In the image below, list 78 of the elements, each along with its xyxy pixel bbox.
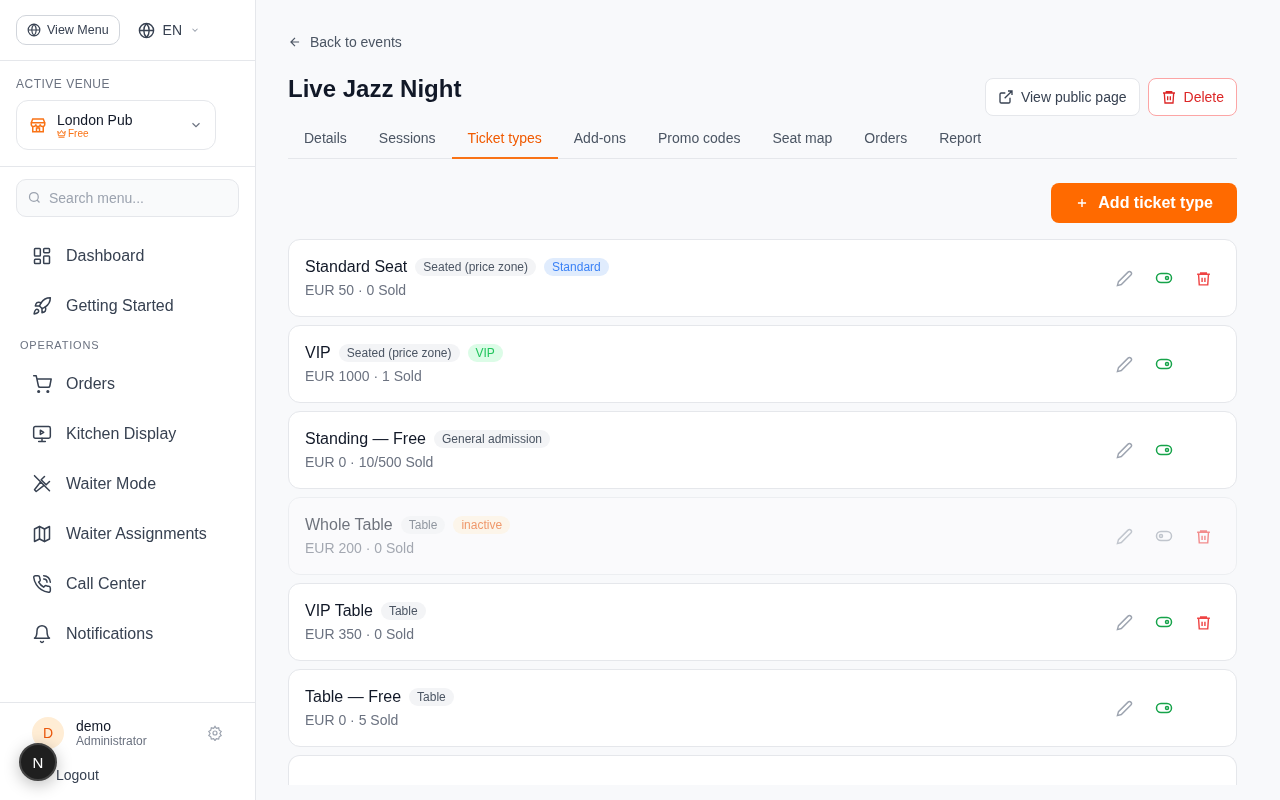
map-icon bbox=[32, 524, 52, 544]
ticket-type-name: Whole Table bbox=[305, 516, 393, 534]
nav-item[interactable]: Notifications bbox=[16, 609, 239, 659]
search-field[interactable]: Search menu... bbox=[16, 179, 239, 217]
section-label: ACTIVE VENUE bbox=[16, 77, 112, 91]
tab[interactable]: Add-ons bbox=[557, 120, 642, 159]
venue-selector[interactable]: London Pub Free bbox=[16, 100, 216, 150]
ticket-type-details: EUR 0 · 5 Sold bbox=[305, 712, 400, 728]
crown-icon bbox=[57, 128, 66, 138]
tag: Seated (price zone) bbox=[415, 258, 537, 276]
user-name: demo bbox=[76, 718, 113, 734]
ticket-type-details: EUR 0 · 10/500 Sold bbox=[305, 454, 435, 470]
store-icon bbox=[29, 116, 47, 134]
ticket-type-details: EUR 50 · 0 Sold bbox=[305, 282, 408, 298]
trash-icon[interactable] bbox=[1195, 527, 1212, 545]
pencil-icon[interactable] bbox=[1116, 699, 1133, 717]
page-title: Live Jazz Night bbox=[288, 75, 462, 103]
ticket-type-name: Standing — Free bbox=[305, 430, 426, 448]
delete-button[interactable]: Delete bbox=[1147, 78, 1237, 116]
tab[interactable]: Details bbox=[288, 120, 363, 159]
grid-icon bbox=[32, 246, 52, 266]
ticket-type-name: Standard Seat bbox=[305, 258, 408, 276]
rocket-icon bbox=[32, 296, 52, 316]
trash-icon bbox=[1160, 89, 1177, 105]
nav-item[interactable]: Orders bbox=[16, 359, 239, 409]
pencil-icon[interactable] bbox=[1116, 613, 1133, 631]
nav-item[interactable]: Waiter Assignments bbox=[16, 509, 239, 559]
ticket-type-details: EUR 200 · 0 Sold bbox=[305, 540, 415, 556]
pencil-icon[interactable] bbox=[1116, 441, 1133, 459]
dev-tools-badge[interactable]: N bbox=[19, 743, 57, 781]
monitor-icon bbox=[32, 424, 52, 444]
globe-icon bbox=[137, 21, 155, 39]
utensils-icon bbox=[32, 474, 52, 494]
tag: Table bbox=[380, 602, 426, 620]
view-public-page-button[interactable]: View public page bbox=[984, 78, 1140, 116]
tag: inactive bbox=[453, 516, 511, 534]
ticket-type-name: VIP Table bbox=[305, 602, 373, 620]
tag: Table bbox=[409, 688, 454, 706]
tag: Seated (price zone) bbox=[338, 344, 460, 362]
tab[interactable]: Promo codes bbox=[641, 120, 757, 159]
tab[interactable]: Orders bbox=[848, 120, 924, 159]
ticket-type-details: EUR 350 · 0 Sold bbox=[305, 626, 415, 642]
plan-label: Free bbox=[57, 127, 179, 139]
pencil-icon[interactable] bbox=[1116, 527, 1133, 545]
nav-item[interactable]: Kitchen Display bbox=[16, 409, 239, 459]
tag: Standard bbox=[544, 258, 609, 276]
user-role: Administrator bbox=[76, 734, 148, 748]
pencil-icon[interactable] bbox=[1116, 355, 1133, 373]
view-menu-button[interactable]: View Menu bbox=[16, 15, 120, 45]
ticket-type-name: VIP bbox=[305, 344, 331, 362]
ticket-type-details: EUR 1000 · 1 Sold bbox=[305, 368, 423, 384]
language-selector[interactable]: EN bbox=[137, 21, 201, 39]
trash-icon[interactable] bbox=[1195, 269, 1212, 287]
trash-icon[interactable] bbox=[1195, 613, 1212, 631]
external-link-icon bbox=[997, 89, 1014, 105]
tab[interactable]: Sessions bbox=[362, 120, 452, 159]
tag: Table bbox=[400, 516, 446, 534]
tag: VIP bbox=[467, 344, 503, 362]
globe-icon bbox=[27, 23, 41, 37]
cart-icon bbox=[32, 374, 52, 394]
logout-button[interactable]: Logout bbox=[56, 767, 99, 783]
venue-name: London Pub bbox=[57, 111, 134, 128]
nav-item[interactable]: Getting Started bbox=[16, 281, 239, 331]
pencil-icon[interactable] bbox=[1116, 269, 1133, 287]
tag: General admission bbox=[433, 430, 550, 448]
user-avatar: D bbox=[32, 717, 64, 749]
settings-icon[interactable] bbox=[207, 725, 223, 741]
section-label: OPERATIONS bbox=[19, 338, 101, 353]
nav-item[interactable]: Call Center bbox=[16, 559, 239, 609]
ticket-type-name: Table — Free bbox=[305, 688, 402, 706]
bell-icon bbox=[32, 624, 52, 644]
nav-item[interactable]: Waiter Mode bbox=[16, 459, 239, 509]
phone-icon bbox=[32, 574, 52, 594]
arrow-left-icon bbox=[288, 35, 302, 49]
nav-item[interactable]: Dashboard bbox=[16, 231, 239, 281]
back-link[interactable]: Back to events bbox=[288, 32, 402, 52]
tab[interactable]: Seat map bbox=[756, 120, 849, 159]
tab[interactable]: Report bbox=[923, 120, 998, 159]
